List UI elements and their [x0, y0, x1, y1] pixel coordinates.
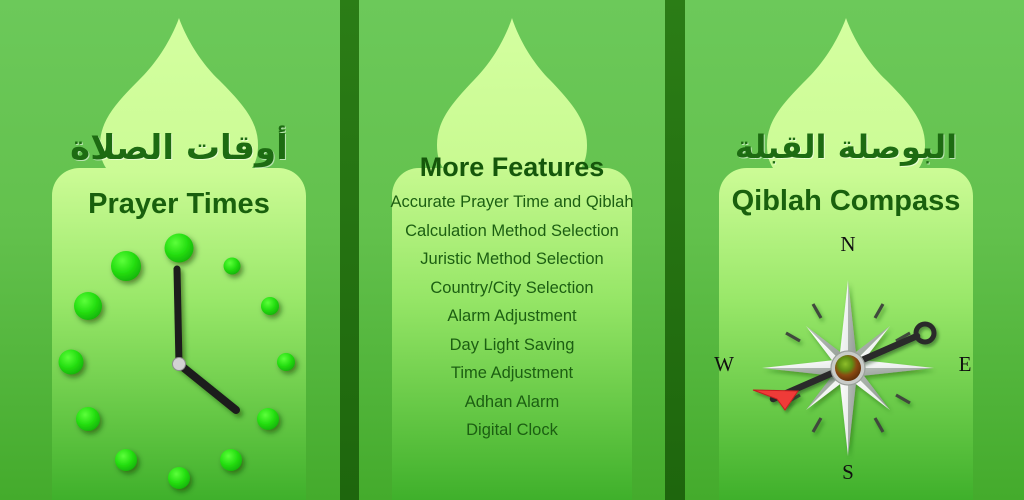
compass-label-east: E [958, 352, 972, 376]
compass-label-south: S [842, 460, 854, 484]
list-item: Juristic Method Selection [420, 250, 604, 268]
clock-center-hub [172, 357, 186, 371]
compass-label-west: W [714, 352, 734, 376]
app-promo-banner: أوقات الصلاة Prayer Times More Features … [0, 0, 1024, 500]
list-item: Alarm Adjustment [447, 307, 577, 325]
compass-needle-ring [913, 321, 937, 345]
panel-qiblah-compass: البوصلة القبلة Qiblah Compass N E S W [685, 0, 1007, 500]
compass-label-north: N [840, 232, 856, 256]
analog-clock [58, 233, 295, 489]
list-item: Accurate Prayer Time and Qiblah [390, 193, 634, 211]
compass-center-hub [830, 350, 866, 386]
list-item: Calculation Method Selection [405, 221, 619, 240]
clock-minute-hand [173, 265, 183, 368]
list-item: Day Light Saving [449, 335, 575, 354]
panel-divider-left [340, 0, 359, 500]
more-features-heading: More Features [419, 152, 605, 182]
list-item: Digital Clock [466, 421, 558, 439]
feature-list: Accurate Prayer Time and Qiblah Calculat… [359, 188, 665, 445]
list-item: Country/City Selection [430, 278, 594, 297]
list-item: Adhan Alarm [464, 392, 560, 411]
clock-hour-hand [175, 360, 240, 414]
panel-more-features: More Features Accurate Prayer Time and Q… [359, 0, 665, 500]
panel-divider-right [665, 0, 685, 500]
panel-prayer-times: أوقات الصلاة Prayer Times [18, 0, 340, 500]
clock-hands [173, 265, 240, 414]
list-item: Time Adjustment [450, 364, 574, 382]
